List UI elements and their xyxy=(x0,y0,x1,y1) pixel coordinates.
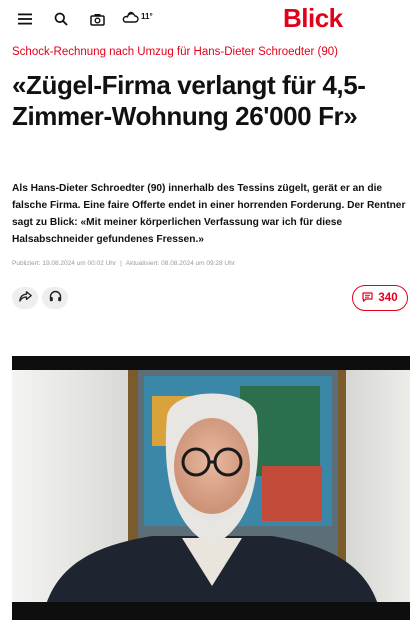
weather-widget[interactable]: 11° xyxy=(122,10,153,29)
camera-icon[interactable] xyxy=(86,8,108,30)
comment-icon xyxy=(362,291,374,305)
share-button[interactable] xyxy=(12,287,38,309)
comment-count: 340 xyxy=(378,292,398,304)
article-photo[interactable] xyxy=(12,356,410,620)
listen-button[interactable] xyxy=(42,287,68,309)
weather-temperature: 11° xyxy=(141,11,153,21)
article-lead: Als Hans-Dieter Schroedter (90) innerhal… xyxy=(12,183,406,245)
menu-icon[interactable] xyxy=(14,8,36,30)
blick-logo[interactable]: Blick xyxy=(283,3,343,34)
article-headline: «Zügel-Firma verlangt für 4,5-Zimmer-Woh… xyxy=(12,70,366,131)
headphones-icon xyxy=(49,289,62,307)
comments-button[interactable]: 340 xyxy=(352,285,408,311)
article-meta: Publiziert: 19.08.2024 um 00:02 Uhr | Aktu… xyxy=(12,260,402,267)
share-icon xyxy=(18,289,32,307)
search-icon[interactable] xyxy=(50,8,72,30)
updated-date: Aktualisiert: 08.08.2024 um 09:28 Uhr xyxy=(125,260,235,267)
article-kicker: Schock-Rechnung nach Umzug für Hans-Diet… xyxy=(12,46,338,58)
meta-separator: | xyxy=(120,260,122,267)
weather-cloud-icon xyxy=(122,10,139,29)
top-bar: 11° Blick xyxy=(0,0,412,38)
published-date: Publiziert: 19.08.2024 um 00:02 Uhr xyxy=(12,260,117,267)
